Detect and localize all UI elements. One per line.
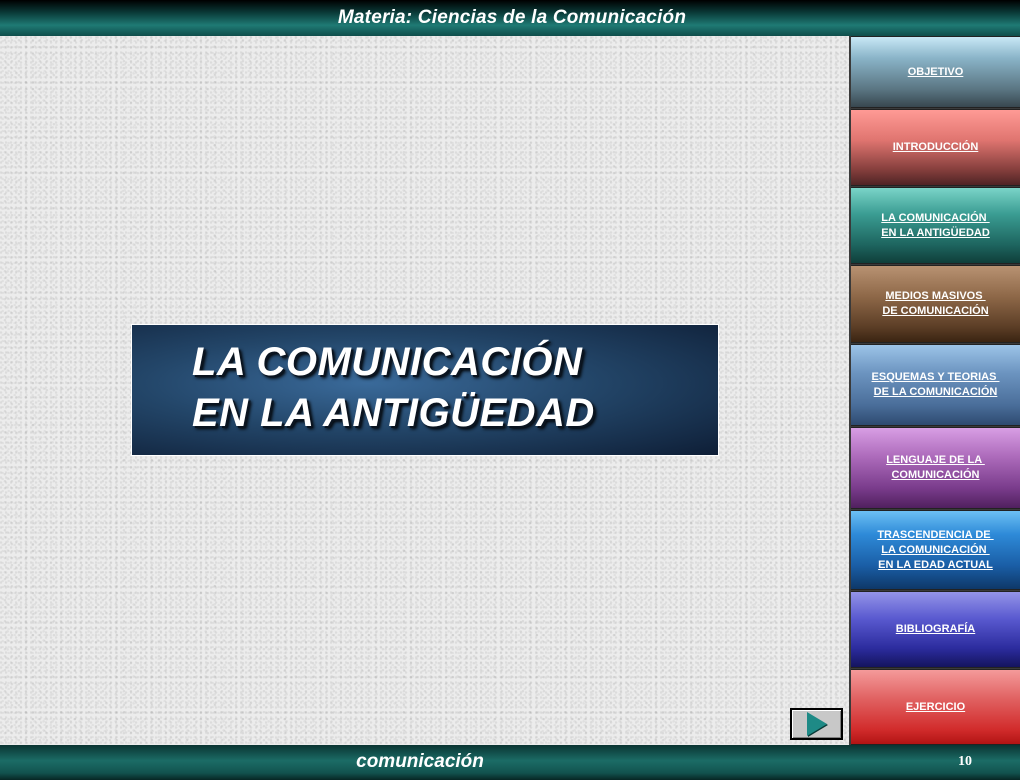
- nav-label[interactable]: LA COMUNICACIÓN EN LA ANTIGÜEDAD: [881, 211, 990, 241]
- nav-esquemas-teorias[interactable]: ESQUEMAS Y TEORIAS DE LA COMUNICACIÓN: [851, 344, 1020, 426]
- slide-title-line-2: EN LA ANTIGÜEDAD: [192, 391, 595, 435]
- nav-trascendencia[interactable]: TRASCENDENCIA DE LA COMUNICACIÓN EN LA E…: [851, 510, 1020, 590]
- nav-ejercicio[interactable]: EJERCICIO: [851, 669, 1020, 745]
- nav-label[interactable]: TRASCENDENCIA DE LA COMUNICACIÓN EN LA E…: [877, 528, 993, 573]
- nav-label[interactable]: ESQUEMAS Y TEORIAS DE LA COMUNICACIÓN: [872, 370, 1000, 400]
- nav-label[interactable]: BIBLIOGRAFÍA: [896, 622, 975, 637]
- header-bar: Materia: Ciencias de la Comunicación: [0, 0, 1020, 36]
- play-arrow-icon: [806, 712, 827, 736]
- slide-title-line-1: LA COMUNICACIÓN: [192, 340, 583, 384]
- footer-bar: comunicación 10: [0, 745, 1020, 780]
- footer-title: comunicación: [356, 751, 484, 772]
- nav-label[interactable]: EJERCICIO: [906, 700, 965, 715]
- nav-label[interactable]: MEDIOS MASIVOS DE COMUNICACIÓN: [882, 289, 988, 319]
- nav-label[interactable]: LENGUAJE DE LA COMUNICACIÓN: [886, 453, 985, 483]
- nav-comunicacion-antiguedad[interactable]: LA COMUNICACIÓN EN LA ANTIGÜEDAD: [851, 187, 1020, 264]
- subject-title: Materia: Ciencias de la Comunicación: [337, 7, 687, 28]
- page-number: 10: [958, 754, 972, 769]
- next-slide-button[interactable]: [790, 708, 843, 740]
- nav-label[interactable]: INTRODUCCIÓN: [893, 140, 979, 155]
- nav-introduccion[interactable]: INTRODUCCIÓN: [851, 109, 1020, 186]
- nav-medios-masivos[interactable]: MEDIOS MASIVOS DE COMUNICACIÓN: [851, 265, 1020, 343]
- nav-objetivo[interactable]: OBJETIVO: [851, 36, 1020, 108]
- slide-area: LA COMUNICACIÓN EN LA ANTIGÜEDAD: [0, 36, 849, 745]
- navigation-sidebar: OBJETIVO INTRODUCCIÓN LA COMUNICACIÓN EN…: [849, 36, 1020, 745]
- slide-title-banner: LA COMUNICACIÓN EN LA ANTIGÜEDAD: [131, 324, 719, 456]
- nav-label[interactable]: OBJETIVO: [908, 65, 964, 80]
- nav-lenguaje[interactable]: LENGUAJE DE LA COMUNICACIÓN: [851, 427, 1020, 509]
- nav-bibliografia[interactable]: BIBLIOGRAFÍA: [851, 591, 1020, 668]
